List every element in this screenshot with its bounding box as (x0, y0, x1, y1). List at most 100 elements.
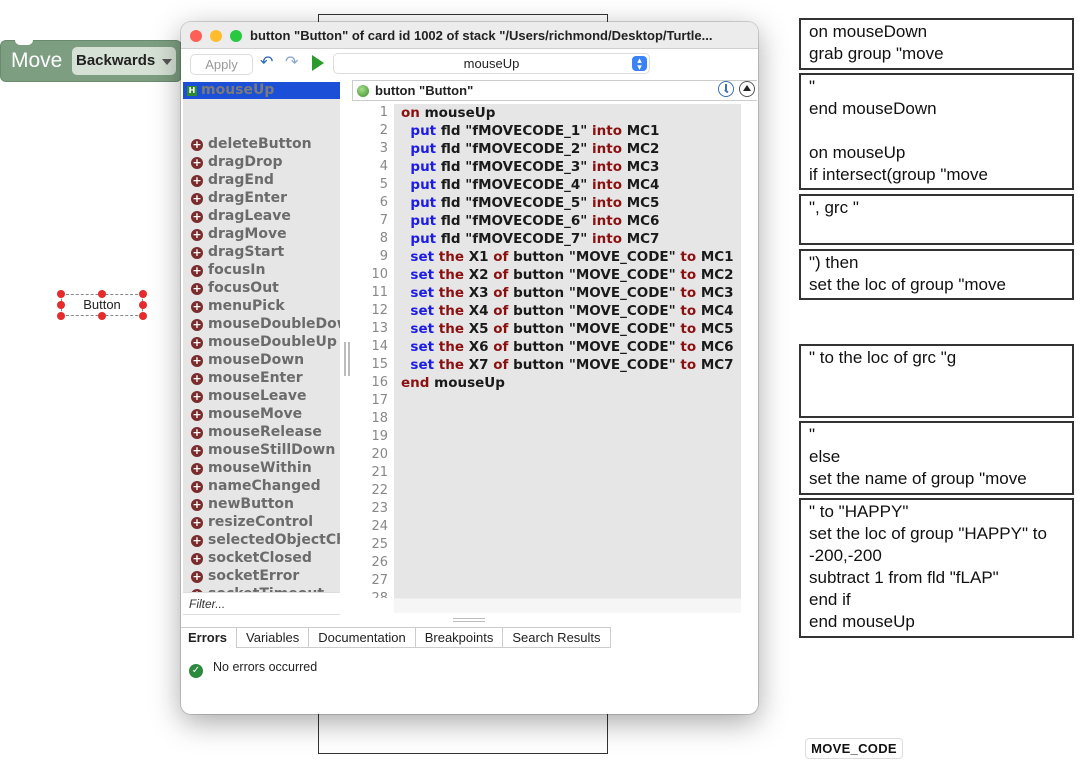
undo-icon[interactable]: ↶ (260, 54, 273, 72)
handler-item-label: dragEnter (208, 190, 288, 206)
horizontal-scrollbar[interactable] (394, 598, 741, 613)
code-keyword: to (680, 303, 701, 319)
handler-item[interactable]: + dragLeave (183, 207, 340, 225)
handler-item[interactable]: + mouseDown (183, 351, 340, 369)
code-token: fld "fMOVECODE_3" (440, 159, 593, 175)
text-field-3[interactable]: ", grc " (799, 194, 1074, 245)
direction-dropdown[interactable]: Backwards (72, 47, 176, 75)
handler-item[interactable]: + mouseMove (183, 405, 340, 423)
handler-item[interactable]: + dragMove (183, 225, 340, 243)
tab-search-results[interactable]: Search Results (503, 627, 611, 648)
handler-item[interactable]: + socketClosed (183, 549, 340, 567)
code-token: button "MOVE_CODE" (513, 321, 681, 337)
handler-item[interactable]: + focusOut (183, 279, 340, 297)
resize-handle[interactable] (139, 290, 147, 298)
handler-item[interactable]: + mouseWithin (183, 459, 340, 477)
handler-item[interactable]: + menuPick (183, 297, 340, 315)
line-number: 3 (379, 141, 388, 156)
handler-item-label: dragLeave (208, 208, 291, 224)
code-line: set the X7 of button "MOVE_CODE" to MC7 (394, 356, 741, 374)
handler-item[interactable]: + dragEnd (183, 171, 340, 189)
editor-tab[interactable]: button "Button" (352, 80, 494, 101)
status-dot-icon (357, 85, 369, 97)
handler-item[interactable]: + nameChanged (183, 477, 340, 495)
resize-handle[interactable] (139, 312, 147, 320)
tab-documentation[interactable]: Documentation (309, 627, 416, 648)
resize-handle[interactable] (57, 290, 65, 298)
line-number: 8 (379, 231, 388, 246)
handler-item-active[interactable]: HmouseUp (183, 82, 340, 99)
tab-breakpoints[interactable]: Breakpoints (415, 627, 504, 648)
handler-item[interactable]: + resizeControl (183, 513, 340, 531)
handler-item[interactable]: + selectedObjectChanged (183, 531, 340, 549)
code-keyword: into (592, 231, 627, 247)
resize-handle[interactable] (98, 312, 106, 320)
code-token: X1 (468, 249, 494, 265)
handler-item[interactable]: + dragStart (183, 243, 340, 261)
resize-handle[interactable] (98, 290, 106, 298)
clock-icon[interactable] (718, 81, 734, 97)
vertical-splitter-handle[interactable] (453, 618, 485, 622)
text-field-6[interactable]: " else set the name of group "move (799, 421, 1074, 495)
move-code-button[interactable]: MOVE_CODE (805, 738, 903, 759)
handler-item[interactable]: + mouseEnter (183, 369, 340, 387)
code-line: set the X5 of button "MOVE_CODE" to MC5 (394, 320, 741, 338)
handler-item[interactable]: + focusIn (183, 261, 340, 279)
tab-errors[interactable]: Errors (181, 627, 238, 648)
text-field-2[interactable]: " end mouseDown on mouseUp if intersect(… (799, 73, 1074, 190)
code-token: MC3 (626, 159, 660, 175)
add-handler-icon: + (191, 444, 203, 457)
code-keyword: the (438, 321, 469, 337)
code-token: MC6 (700, 339, 734, 355)
line-number: 19 (371, 429, 388, 444)
resize-handle[interactable] (57, 301, 65, 309)
line-number: 10 (371, 267, 388, 282)
handler-item[interactable]: + newButton (183, 495, 340, 513)
title-bar[interactable]: button "Button" of card id 1002 of stack… (181, 22, 758, 49)
add-handler-icon: + (191, 318, 203, 331)
code-keyword: put (410, 141, 441, 157)
handler-item[interactable]: + mouseLeave (183, 387, 340, 405)
move-block[interactable]: Move Backwards (0, 40, 182, 82)
handler-select[interactable]: mouseUp ▴ ▾ (333, 53, 650, 74)
code-line: set the X4 of button "MOVE_CODE" to MC4 (394, 302, 741, 320)
handler-item[interactable]: + mouseDoubleDown (183, 315, 340, 333)
handler-item[interactable]: + mouseRelease (183, 423, 340, 441)
direction-value: Backwards (76, 52, 156, 69)
text-field-7[interactable]: " to "HAPPY" set the loc of group "HAPPY… (799, 498, 1074, 638)
redo-icon[interactable]: ↷ (285, 54, 298, 72)
text-field-5[interactable]: " to the loc of grc "g (799, 344, 1074, 418)
text-field-4[interactable]: ") then set the loc of group "move (799, 249, 1074, 300)
resize-handle[interactable] (57, 312, 65, 320)
close-button[interactable] (190, 30, 202, 42)
handler-item[interactable]: + mouseDoubleUp (183, 333, 340, 351)
zoom-button[interactable] (230, 30, 242, 42)
add-handler-icon: + (191, 426, 203, 439)
handler-item-label: focusOut (208, 280, 279, 296)
minimize-button[interactable] (210, 30, 222, 42)
text-field-1[interactable]: on mouseDown grab group "move (799, 18, 1074, 70)
handler-item[interactable]: + dragDrop (183, 153, 340, 171)
filter-input[interactable]: Filter... (183, 592, 340, 615)
handler-item[interactable]: + socketError (183, 567, 340, 585)
handler-item[interactable]: + mouseStillDown (183, 441, 340, 459)
line-number-gutter: 1 2 3 4 5 6 7 8 9 10 11 12 13 14 15 16 17 18 19 20 21 22 23 24 2… (352, 104, 392, 598)
code-keyword: to (680, 249, 701, 265)
code-editor[interactable]: on mouseUp put fld "fMOVECODE_1" into MC… (394, 104, 741, 598)
line-number: 21 (371, 465, 388, 480)
tab-variables[interactable]: Variables (237, 627, 310, 648)
resize-handle[interactable] (139, 301, 147, 309)
pane-splitter[interactable] (344, 342, 350, 376)
add-handler-icon: + (191, 192, 203, 205)
code-line: set the X6 of button "MOVE_CODE" to MC6 (394, 338, 741, 356)
handler-item[interactable]: + deleteButton (183, 135, 340, 153)
check-icon: ✓ (189, 664, 203, 678)
apply-button[interactable]: Apply (190, 54, 253, 75)
handler-item[interactable]: + dragEnter (183, 189, 340, 207)
bottom-tabs: Errors Variables Documentation Breakpoints S… (181, 627, 611, 648)
collapse-up-icon[interactable] (739, 81, 755, 97)
code-line: put fld "fMOVECODE_4" into MC4 (394, 176, 741, 194)
add-handler-icon: + (191, 552, 203, 565)
play-icon[interactable] (312, 55, 324, 71)
code-keyword: of (493, 303, 514, 319)
